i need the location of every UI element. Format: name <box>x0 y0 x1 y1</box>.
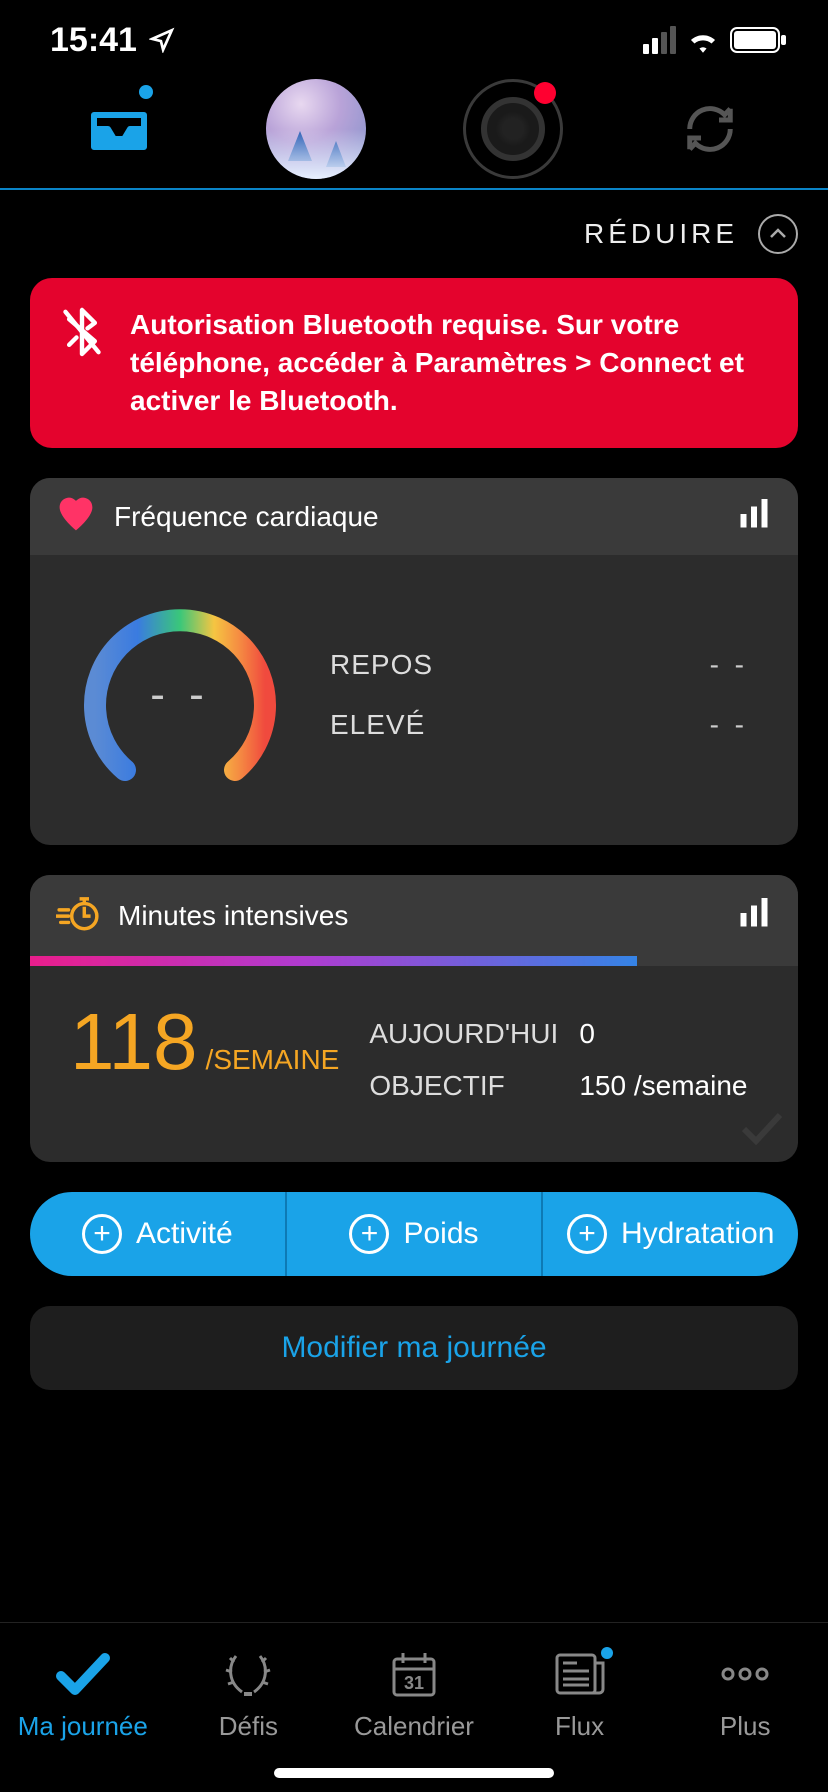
status-bar: 15:41 <box>0 0 828 70</box>
add-hydration-label: Hydratation <box>621 1217 774 1251</box>
modify-day-label: Modifier ma journée <box>281 1331 546 1365</box>
intensive-today-row: AUJOURD'HUI 0 <box>369 1008 758 1060</box>
bluetooth-off-icon <box>60 306 104 420</box>
heart-icon <box>56 496 96 537</box>
heart-rate-stats: REPOS - - ELEVÉ - - <box>320 635 758 755</box>
collapse-label[interactable]: RÉDUIRE <box>584 218 738 250</box>
check-icon <box>740 1111 784 1150</box>
watch-icon <box>463 79 563 179</box>
heart-rate-header: Fréquence cardiaque <box>30 478 798 555</box>
intensive-value-block: 118 /SEMAINE <box>70 1002 339 1112</box>
inbox-notification-dot <box>139 85 153 99</box>
stopwatch-icon <box>56 893 100 938</box>
cellular-icon <box>643 26 676 54</box>
intensive-minutes-card[interactable]: Minutes intensives 118 /SEMAINE AUJOURD'… <box>30 875 798 1162</box>
heart-rate-high-row: ELEVÉ - - <box>320 695 758 755</box>
intensive-goal-row: OBJECTIF 150 /semaine <box>369 1060 758 1112</box>
heart-rate-body: - - REPOS - - ELEVÉ - - <box>30 555 798 845</box>
intensive-progress-bar <box>30 956 798 966</box>
device-tab[interactable] <box>463 79 563 179</box>
intensive-title: Minutes intensives <box>118 900 348 932</box>
chart-icon[interactable] <box>736 895 772 936</box>
intensive-header: Minutes intensives <box>30 875 798 956</box>
check-icon <box>55 1649 111 1699</box>
tab-feed[interactable]: Flux <box>497 1623 663 1768</box>
tab-more-label: Plus <box>720 1711 771 1742</box>
svg-text:31: 31 <box>404 1673 424 1693</box>
status-time: 15:41 <box>50 21 175 60</box>
sync-icon <box>683 102 737 156</box>
inbox-icon <box>90 105 148 153</box>
today-value: 0 <box>579 1018 595 1050</box>
plus-icon <box>82 1214 122 1254</box>
more-icon <box>720 1649 770 1699</box>
tab-my-day[interactable]: Ma journée <box>0 1623 166 1768</box>
quick-add-row: Activité Poids Hydratation <box>30 1192 798 1276</box>
goal-label: OBJECTIF <box>369 1070 579 1102</box>
collapse-button[interactable] <box>758 214 798 254</box>
wreath-icon <box>222 1649 274 1699</box>
tab-calendar-label: Calendrier <box>354 1711 474 1742</box>
location-icon <box>149 27 175 53</box>
intensive-unit: /SEMAINE <box>206 1044 340 1076</box>
add-weight-label: Poids <box>403 1217 478 1251</box>
plus-icon <box>567 1214 607 1254</box>
goal-value: 150 /semaine <box>579 1070 747 1102</box>
inbox-tab[interactable] <box>69 79 169 179</box>
calendar-icon: 31 <box>389 1649 439 1699</box>
today-label: AUJOURD'HUI <box>369 1018 579 1050</box>
bluetooth-alert[interactable]: Autorisation Bluetooth requise. Sur votr… <box>30 278 798 448</box>
tab-challenges[interactable]: Défis <box>166 1623 332 1768</box>
scene-tab[interactable] <box>266 79 366 179</box>
chevron-up-icon <box>769 228 787 240</box>
modify-day-button[interactable]: Modifier ma journée <box>30 1306 798 1390</box>
intensive-progress-fill <box>30 956 637 966</box>
home-indicator[interactable] <box>274 1768 554 1778</box>
tab-more[interactable]: Plus <box>662 1623 828 1768</box>
status-icons <box>643 26 788 54</box>
feed-notification-dot <box>601 1647 613 1659</box>
clock-text: 15:41 <box>50 21 137 60</box>
wifi-icon <box>686 27 720 53</box>
intensive-value: 118 <box>70 1002 198 1082</box>
rest-value: - - <box>710 649 748 681</box>
news-icon <box>553 1649 607 1699</box>
add-weight-button[interactable]: Poids <box>287 1192 544 1276</box>
device-alert-dot <box>534 82 556 104</box>
sync-tab[interactable] <box>660 79 760 179</box>
add-hydration-button[interactable]: Hydratation <box>543 1192 798 1276</box>
heart-rate-card[interactable]: Fréquence cardiaque <box>30 478 798 845</box>
high-value: - - <box>710 709 748 741</box>
tab-challenges-label: Défis <box>219 1711 278 1742</box>
heart-rate-gauge: - - <box>70 585 290 805</box>
plus-icon <box>349 1214 389 1254</box>
add-activity-button[interactable]: Activité <box>30 1192 287 1276</box>
tab-calendar[interactable]: 31 Calendrier <box>331 1623 497 1768</box>
tab-feed-label: Flux <box>555 1711 604 1742</box>
battery-icon <box>730 27 788 53</box>
collapse-row: RÉDUIRE <box>0 190 828 278</box>
top-tabs <box>0 70 828 190</box>
add-activity-label: Activité <box>136 1217 233 1251</box>
intensive-stats: AUJOURD'HUI 0 OBJECTIF 150 /semaine <box>369 1002 758 1112</box>
heart-rate-title: Fréquence cardiaque <box>114 501 379 533</box>
high-label: ELEVÉ <box>330 709 425 741</box>
tab-my-day-label: Ma journée <box>18 1711 148 1742</box>
heart-rate-rest-row: REPOS - - <box>320 635 758 695</box>
alert-text: Autorisation Bluetooth requise. Sur votr… <box>130 306 768 420</box>
tab-bar: Ma journée Défis 31 Calendrier <box>0 1622 828 1792</box>
heart-rate-value: - - <box>70 585 290 805</box>
chart-icon[interactable] <box>736 496 772 537</box>
scene-icon <box>266 79 366 179</box>
intensive-body: 118 /SEMAINE AUJOURD'HUI 0 OBJECTIF 150 … <box>30 966 798 1162</box>
rest-label: REPOS <box>330 649 433 681</box>
